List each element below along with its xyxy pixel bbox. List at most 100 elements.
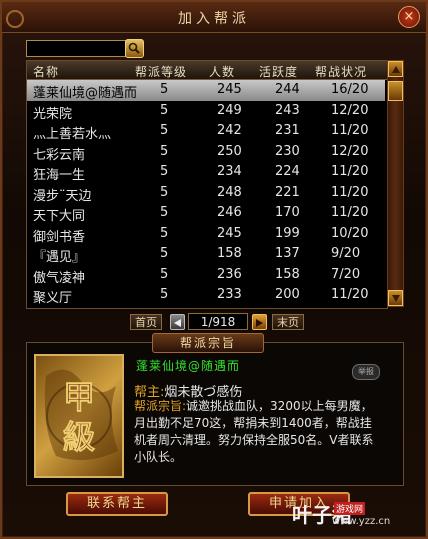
header-name[interactable]: 名称	[33, 63, 59, 80]
cell-war-status: 9/20	[331, 246, 361, 261]
arrow-left-icon	[174, 319, 181, 327]
list-scrollbar[interactable]	[387, 60, 404, 307]
guild-description: 帮派宗旨:诚邀挑战血队，3200以上每男魔，月出勤不足70这，帮捐未到1400者…	[134, 398, 382, 466]
cell-members: 236	[217, 266, 242, 282]
cell-activity: 158	[275, 266, 300, 282]
table-row[interactable]: 天下大同 5 246 170 11/20	[27, 203, 385, 224]
table-row[interactable]: 蓬莱仙境@随遇而 5 245 244 16/20	[27, 80, 385, 101]
scroll-up-button[interactable]	[388, 61, 403, 77]
cell-members: 246	[217, 205, 242, 220]
cell-name: 天下大同	[33, 209, 86, 224]
guild-list: 名称 帮派等级 人数 活跃度 帮战状况 蓬莱仙境@随遇而 5 245 244 16/20…	[26, 60, 388, 309]
cell-activity: 230	[275, 143, 300, 159]
title-bar[interactable]: 加入帮派 ×	[2, 2, 426, 33]
arrow-up-icon	[392, 66, 400, 73]
table-row[interactable]: 狂海一生 5 234 224 11/20	[27, 162, 385, 183]
cell-name: 『遇见』	[33, 250, 86, 265]
cell-level: 5	[160, 287, 169, 302]
arrow-down-icon	[392, 295, 400, 302]
join-guild-window: 加入帮派 × 名称 帮派等级 人数 活跃度 帮战状况 蓬莱仙境@随遇而 5 245 2…	[0, 0, 428, 539]
last-page-button[interactable]: 末页	[272, 314, 304, 330]
window-title: 加入帮派	[178, 11, 250, 27]
cell-level: 5	[160, 266, 169, 282]
cell-level: 5	[160, 205, 169, 220]
cell-members: 249	[217, 102, 242, 118]
header-level[interactable]: 帮派等级	[135, 63, 187, 80]
watermark-url: www.yzz.cn	[332, 516, 391, 527]
watermark-tag: 游戏网	[334, 502, 366, 515]
scroll-down-button[interactable]	[388, 290, 403, 306]
cell-members: 250	[217, 143, 242, 159]
header-activity[interactable]: 活跃度	[259, 63, 298, 80]
close-icon[interactable]: ×	[398, 6, 420, 28]
report-badge[interactable]: 举报	[352, 364, 380, 380]
cell-members: 245	[217, 82, 242, 97]
table-row[interactable]: 傲气凌神 5 236 158 7/20	[27, 265, 385, 286]
cell-level: 5	[160, 143, 169, 159]
cell-level: 5	[160, 82, 169, 97]
prev-page-button[interactable]	[170, 314, 185, 330]
cell-war-status: 16/20	[331, 82, 369, 97]
table-row[interactable]: 『遇见』 5 158 137 9/20	[27, 244, 385, 265]
cell-activity: 243	[275, 102, 300, 118]
list-header: 名称 帮派等级 人数 活跃度 帮战状况	[27, 61, 387, 80]
cell-war-status: 11/20	[331, 205, 369, 220]
search-button[interactable]	[125, 39, 144, 58]
cell-war-status: 11/20	[331, 164, 369, 179]
cell-members: 234	[217, 164, 242, 179]
cell-activity: 244	[275, 82, 300, 97]
cell-members: 245	[217, 225, 242, 241]
cell-name: 七彩云南	[33, 147, 86, 163]
table-row[interactable]: 漫步¨天边 5 248 221 11/20	[27, 183, 385, 204]
cell-level: 5	[160, 246, 169, 261]
cell-activity: 231	[275, 123, 300, 138]
table-row[interactable]: 光荣院 5 249 243 12/20	[27, 101, 385, 122]
cell-war-status: 12/20	[331, 102, 369, 118]
cell-level: 5	[160, 184, 169, 200]
cell-activity: 221	[275, 184, 300, 200]
contact-leader-button[interactable]: 联系帮主	[66, 492, 168, 516]
cell-war-status: 11/20	[331, 123, 369, 138]
cell-war-status: 12/20	[331, 143, 369, 159]
dragon-emblem-icon: 甲 級	[44, 369, 118, 460]
table-row[interactable]: 御剑书香 5 245 199 10/20	[27, 224, 385, 245]
cell-war-status: 10/20	[331, 225, 369, 241]
site-watermark: 叶子猪 游戏网 www.yzz.cn	[292, 499, 424, 533]
table-row[interactable]: 灬上善若水灬 5 242 231 11/20	[27, 121, 385, 142]
page-indicator: 1/918	[188, 313, 248, 330]
cell-level: 5	[160, 123, 169, 138]
cell-level: 5	[160, 164, 169, 179]
guild-emblem: 甲 級	[34, 354, 124, 478]
cell-war-status: 11/20	[331, 184, 369, 200]
next-page-button[interactable]	[252, 314, 267, 330]
cell-activity: 199	[275, 225, 300, 241]
cell-members: 248	[217, 184, 242, 200]
cell-activity: 200	[275, 287, 300, 302]
cell-name: 蓬莱仙境@随遇而	[33, 86, 138, 101]
cell-name: 御剑书香	[33, 229, 86, 245]
table-row[interactable]: 聚义厅 5 233 200 11/20	[27, 285, 385, 306]
scroll-thumb[interactable]	[388, 81, 403, 101]
cell-activity: 224	[275, 164, 300, 179]
corner-ornament-icon	[6, 10, 24, 28]
cell-members: 233	[217, 287, 242, 302]
search-input[interactable]	[27, 46, 123, 60]
cell-war-status: 11/20	[331, 287, 369, 302]
cell-war-status: 7/20	[331, 266, 361, 282]
svg-text:甲: 甲	[63, 378, 95, 416]
cell-name: 傲气凌神	[33, 270, 86, 286]
svg-text:級: 級	[63, 418, 95, 456]
cell-members: 158	[217, 246, 242, 261]
cell-activity: 170	[275, 205, 300, 220]
header-members[interactable]: 人数	[209, 63, 235, 80]
first-page-button[interactable]: 首页	[130, 314, 162, 330]
search-field[interactable]	[26, 40, 126, 60]
guild-name: 蓬莱仙境@随遇而	[136, 359, 241, 373]
header-war-status[interactable]: 帮战状况	[315, 63, 367, 80]
description-label: 帮派宗旨:	[134, 399, 187, 413]
cell-name: 漫步¨天边	[33, 188, 92, 204]
table-row[interactable]: 七彩云南 5 250 230 12/20	[27, 142, 385, 163]
cell-name: 灬上善若水灬	[33, 127, 112, 142]
detail-header: 帮派宗旨	[152, 333, 264, 353]
cell-level: 5	[160, 102, 169, 118]
